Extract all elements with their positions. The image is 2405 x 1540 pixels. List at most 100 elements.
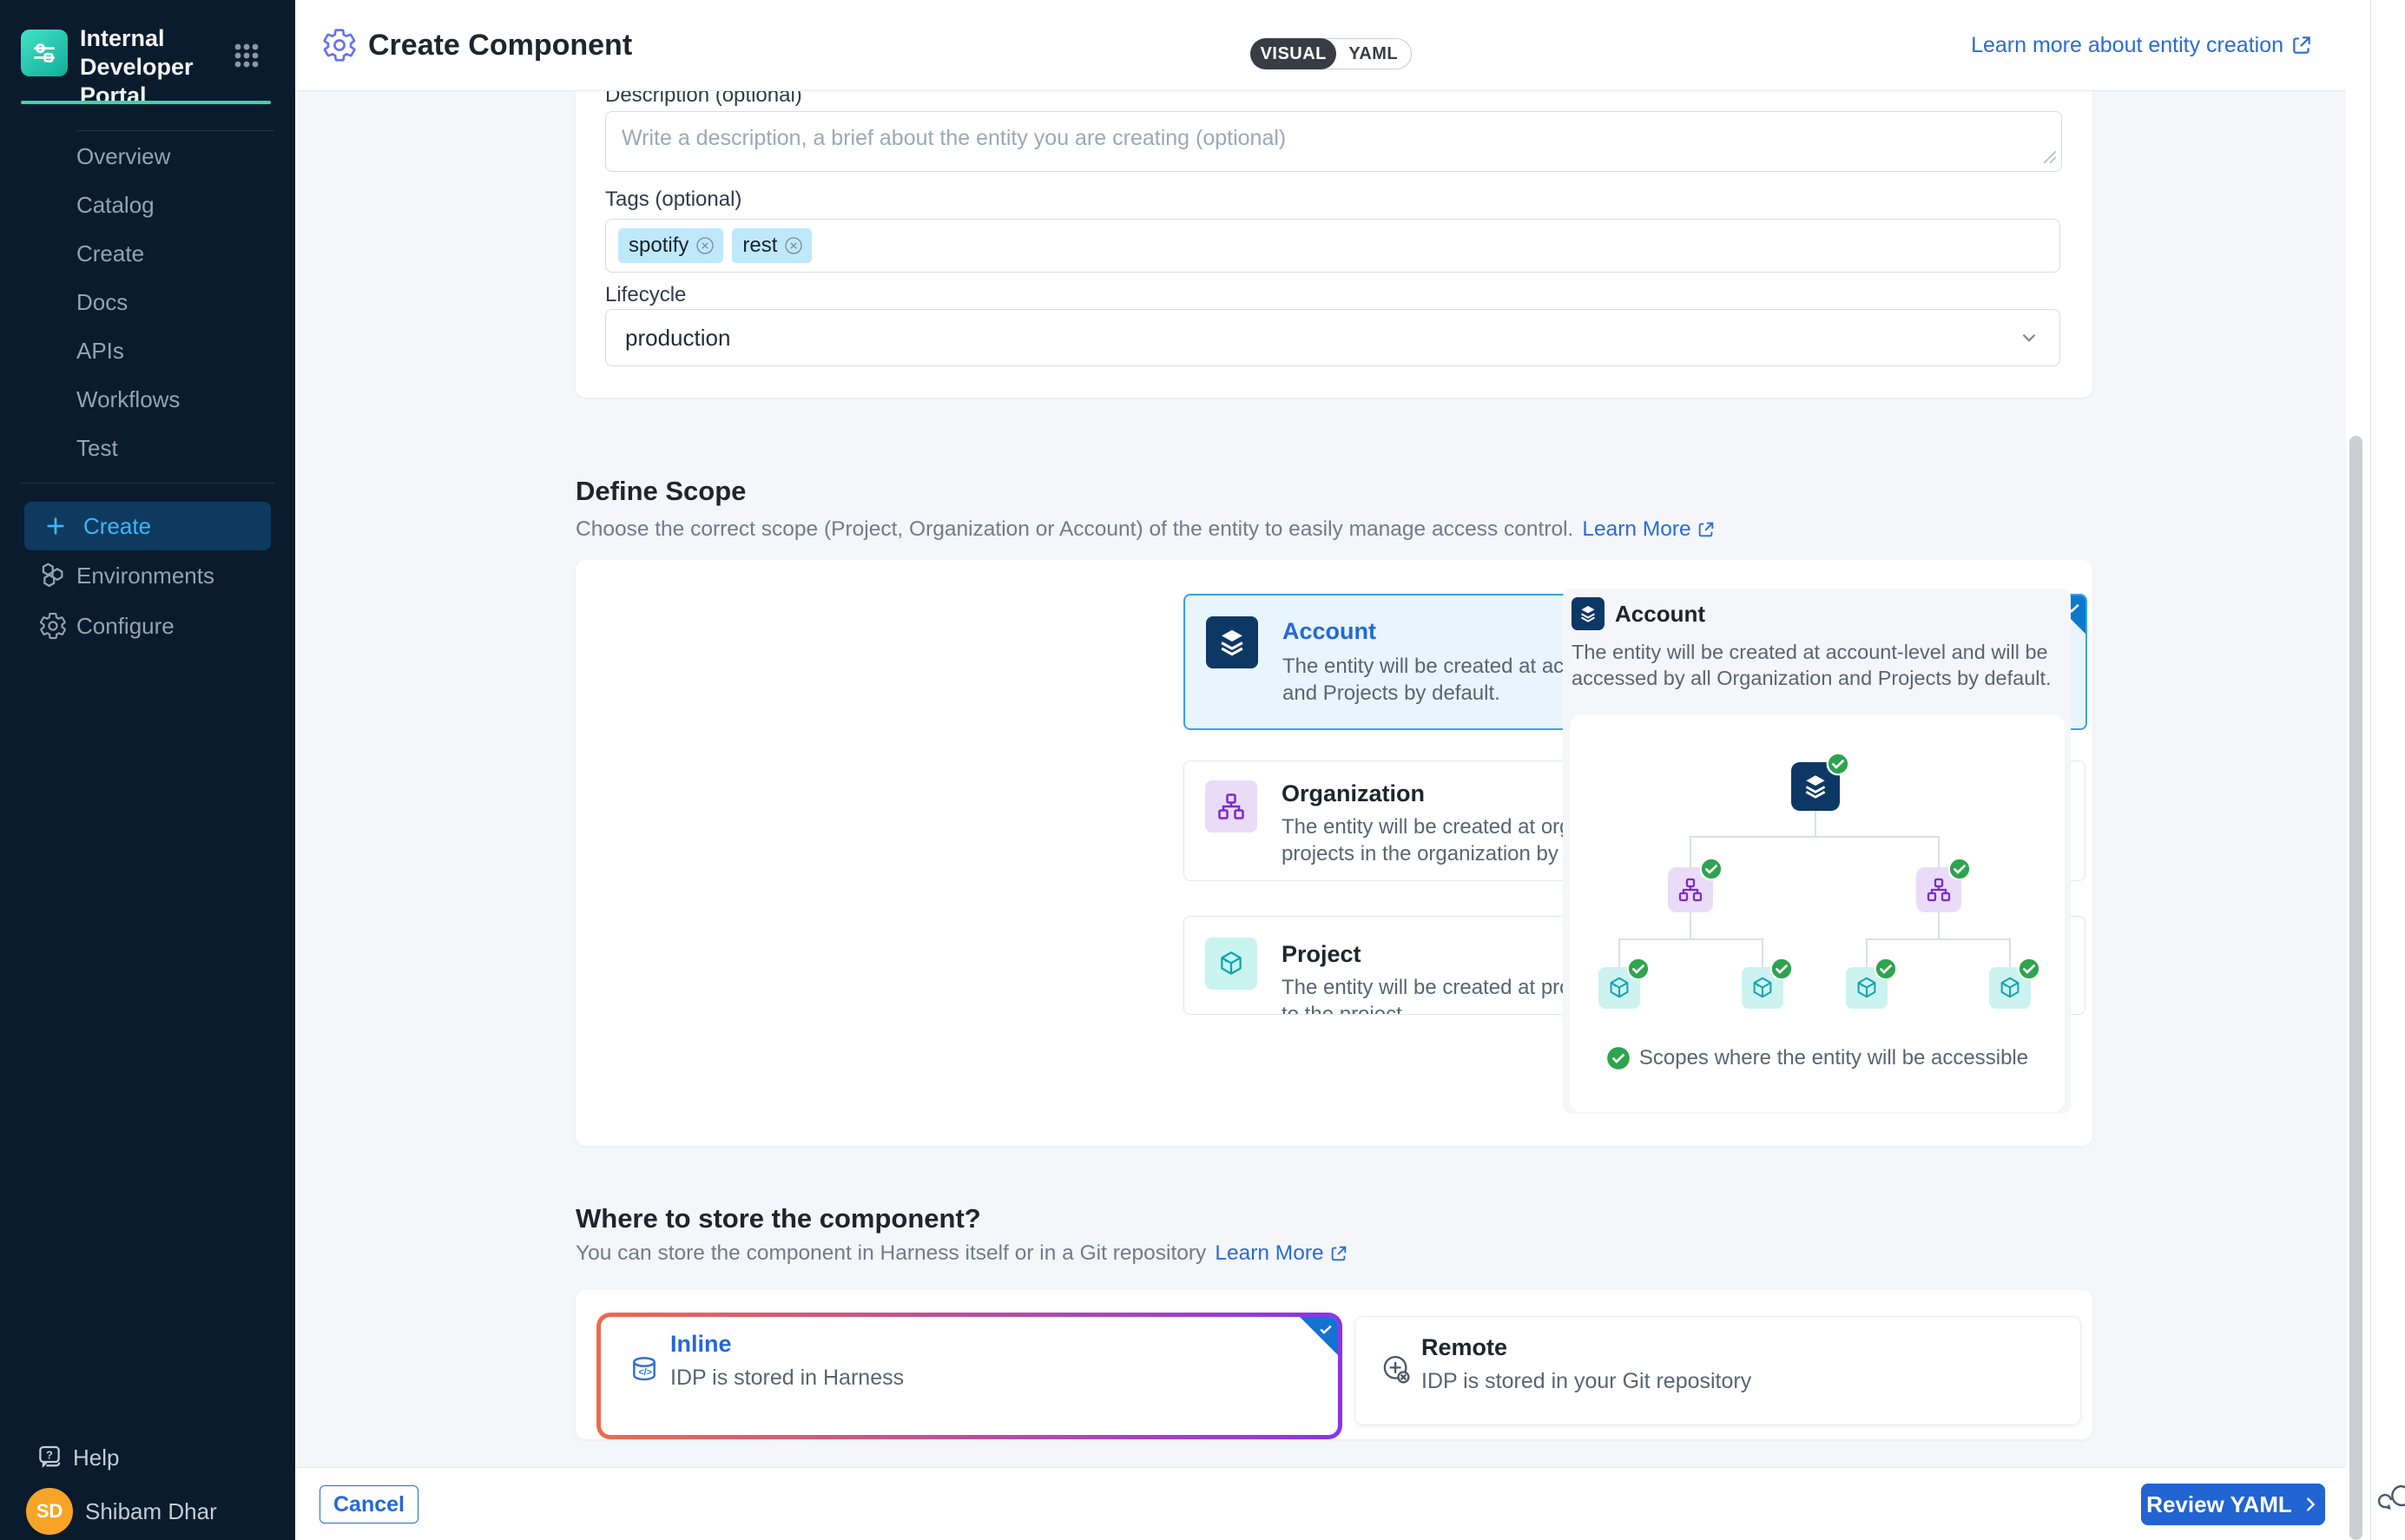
check-badge-icon xyxy=(1606,1046,1631,1070)
chat-bubbles-icon[interactable] xyxy=(2376,1477,2405,1519)
sidebar-user[interactable]: SD Shibam Dhar xyxy=(0,1486,295,1537)
scope-diagram: Scopes where the entity will be accessib… xyxy=(1570,714,2065,1112)
sidebar-item-environments[interactable]: Environments xyxy=(0,550,295,601)
tag-chip: spotify xyxy=(618,228,723,263)
lifecycle-select[interactable]: production xyxy=(605,309,2060,366)
hexagons-icon xyxy=(38,561,68,590)
external-link-icon xyxy=(1329,1244,1348,1263)
check-badge-icon xyxy=(1699,857,1723,881)
account-layers-icon xyxy=(1206,616,1258,668)
nav-divider xyxy=(76,130,274,131)
external-link-icon xyxy=(2290,34,2313,56)
detail-title: Account xyxy=(1615,601,1705,628)
scrollbar-thumb[interactable] xyxy=(2349,436,2362,1540)
remove-tag-icon[interactable] xyxy=(695,236,715,255)
store-option-title: Inline xyxy=(670,1331,732,1358)
scrollbar-track[interactable] xyxy=(2346,0,2370,1540)
avatar: SD xyxy=(26,1488,73,1535)
app-grid-icon[interactable] xyxy=(231,40,262,71)
sidebar-item-apis[interactable]: APIs xyxy=(0,326,295,375)
sidebar-nav: Overview Catalog Create Docs APIs Workfl… xyxy=(0,132,295,472)
store-option-remote[interactable]: Remote IDP is stored in your Git reposit… xyxy=(1354,1316,2081,1425)
app-root: Internal Developer Portal Overview Catal… xyxy=(0,0,2405,1540)
lifecycle-value: production xyxy=(625,325,730,352)
visual-yaml-toggle: VISUAL YAML xyxy=(1250,38,1412,69)
sidebar: Internal Developer Portal Overview Catal… xyxy=(0,0,295,1540)
sidebar-accent-rule xyxy=(21,101,271,104)
scope-detail-panel: Account The entity will be created at ac… xyxy=(1563,589,2071,1114)
resize-grip-icon[interactable] xyxy=(2042,149,2058,165)
scope-option-title: Account xyxy=(1282,618,1376,645)
store-option-description: IDP is stored in Harness xyxy=(670,1366,904,1391)
check-icon xyxy=(1317,1320,1334,1338)
inline-database-icon: </> xyxy=(627,1353,662,1388)
description-input[interactable] xyxy=(605,111,2062,172)
check-badge-icon xyxy=(1769,957,1794,981)
sidebar-help[interactable]: ? Help xyxy=(0,1432,295,1483)
tag-chip-label: rest xyxy=(742,234,777,258)
toggle-visual[interactable]: VISUAL xyxy=(1250,38,1336,69)
brand-logo-icon xyxy=(21,30,68,76)
remote-git-icon xyxy=(1378,1352,1414,1388)
toggle-yaml[interactable]: YAML xyxy=(1335,39,1411,69)
define-scope-title: Define Scope xyxy=(576,476,746,507)
store-option-title: Remote xyxy=(1421,1334,1507,1361)
component-gear-icon xyxy=(321,27,358,63)
check-badge-icon xyxy=(1874,957,1898,981)
check-badge-icon xyxy=(1826,752,1850,776)
sidebar-help-label: Help xyxy=(73,1445,119,1471)
scope-option-title: Organization xyxy=(1282,780,1425,807)
sidebar-item-configure[interactable]: Configure xyxy=(0,601,295,651)
lifecycle-label: Lifecycle xyxy=(605,283,686,307)
svg-text:?: ? xyxy=(46,1448,53,1461)
action-bar: Cancel Review YAML xyxy=(295,1467,2370,1540)
sidebar-item-docs[interactable]: Docs xyxy=(0,278,295,326)
sidebar-create-label: Create xyxy=(83,513,151,540)
sidebar-create-button[interactable]: Create xyxy=(24,502,271,550)
org-chart-icon xyxy=(1205,780,1257,833)
store-learn-more-link[interactable]: Learn More xyxy=(1215,1241,1347,1266)
svg-text:</>: </> xyxy=(638,1367,652,1378)
cancel-button[interactable]: Cancel xyxy=(320,1485,418,1524)
brand-title: Internal Developer Portal xyxy=(80,24,236,110)
scope-selector-card: Account The entity will be created at ac… xyxy=(576,560,2092,1146)
plus-icon xyxy=(43,514,68,538)
scope-option-title: Project xyxy=(1282,941,1361,968)
sidebar-item-create[interactable]: Create xyxy=(0,229,295,278)
help-chat-icon: ? xyxy=(35,1443,64,1472)
gear-icon xyxy=(38,611,68,641)
store-subtitle: You can store the component in Harness i… xyxy=(576,1241,1348,1266)
store-option-description: IDP is stored in your Git repository xyxy=(1421,1369,1751,1394)
sidebar-environments-label: Environments xyxy=(76,563,214,589)
store-title: Where to store the component? xyxy=(576,1203,981,1234)
sidebar-section-divider xyxy=(21,483,274,484)
learn-more-entity-link[interactable]: Learn more about entity creation xyxy=(1971,0,2313,90)
store-subtitle-text: You can store the component in Harness i… xyxy=(576,1241,1206,1266)
define-scope-subtitle-text: Choose the correct scope (Project, Organ… xyxy=(576,517,1573,542)
right-rail xyxy=(2370,0,2405,1540)
remove-tag-icon[interactable] xyxy=(784,236,803,255)
tags-input[interactable]: spotify rest xyxy=(605,219,2060,273)
external-link-icon xyxy=(1697,520,1716,539)
check-badge-icon xyxy=(1626,957,1651,981)
page-title: Create Component xyxy=(368,0,632,90)
check-badge-icon xyxy=(1947,857,1972,881)
cube-icon xyxy=(1205,938,1257,990)
tag-chip-label: spotify xyxy=(629,234,689,258)
define-scope-subtitle: Choose the correct scope (Project, Organ… xyxy=(576,517,1716,542)
page-header: Create Component VISUAL YAML Learn more … xyxy=(295,0,2370,91)
account-layers-icon xyxy=(1571,597,1604,630)
sidebar-item-test[interactable]: Test xyxy=(0,424,295,472)
store-option-inline[interactable]: </> Inline IDP is stored in Harness xyxy=(596,1313,1342,1439)
store-selector-card: </> Inline IDP is stored in Harness Remo… xyxy=(576,1290,2092,1439)
sidebar-item-overview[interactable]: Overview xyxy=(0,132,295,181)
detail-description: The entity will be created at account-le… xyxy=(1571,639,2056,691)
diagram-caption: Scopes where the entity will be accessib… xyxy=(1570,1046,2065,1070)
sidebar-item-catalog[interactable]: Catalog xyxy=(0,181,295,229)
chevron-down-icon xyxy=(2018,326,2040,349)
check-badge-icon xyxy=(2017,957,2041,981)
review-yaml-button[interactable]: Review YAML xyxy=(2141,1484,2325,1525)
scope-learn-more-link[interactable]: Learn More xyxy=(1582,517,1715,542)
chevron-right-icon xyxy=(2301,1495,2320,1514)
sidebar-item-workflows[interactable]: Workflows xyxy=(0,375,295,424)
